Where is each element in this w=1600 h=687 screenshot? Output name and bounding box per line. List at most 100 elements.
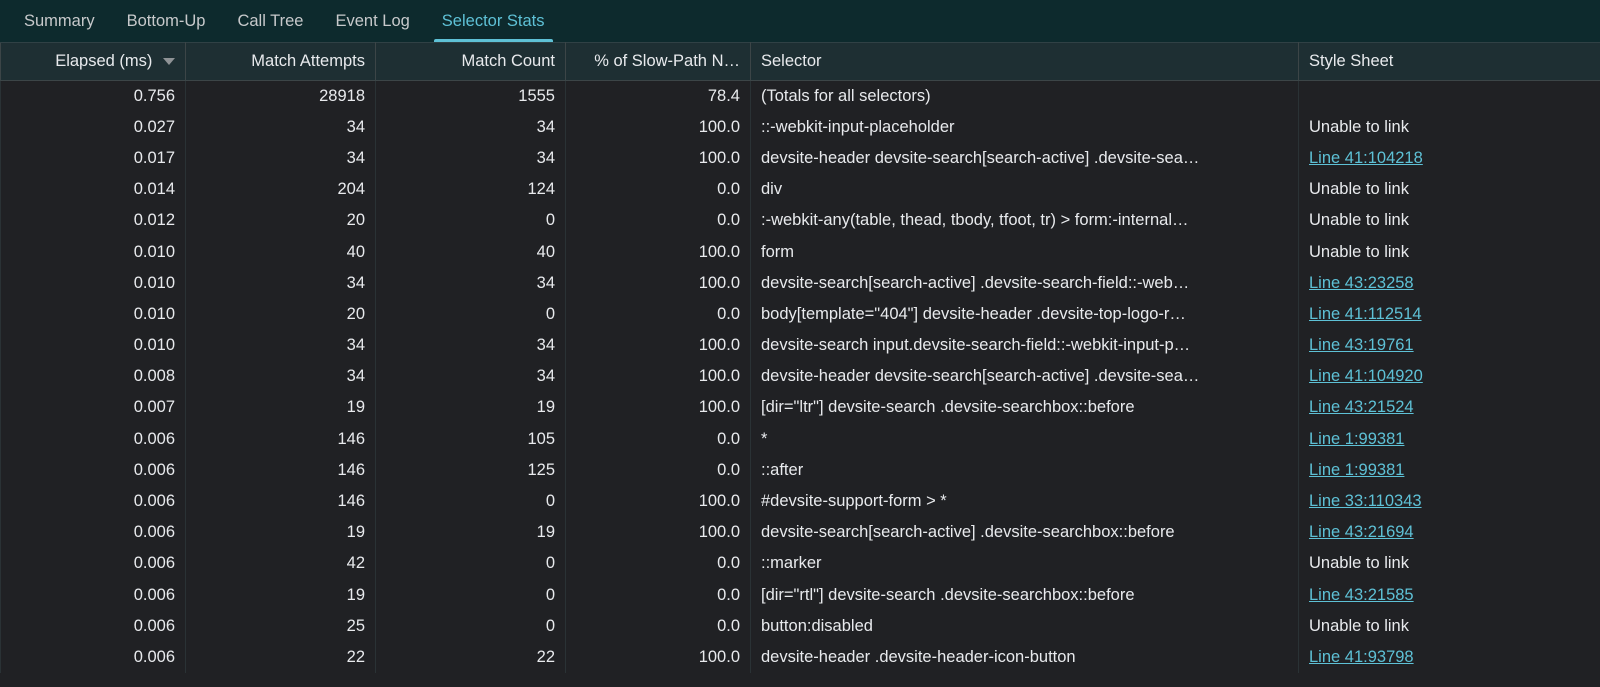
cell-count: 19	[376, 517, 566, 548]
table-row[interactable]: 0.0173434100.0devsite-header devsite-sea…	[1, 143, 1600, 174]
cell-count: 22	[376, 642, 566, 673]
cell-elapsed: 0.756	[1, 81, 186, 112]
tab-call-tree[interactable]: Call Tree	[221, 0, 319, 42]
style-sheet-link[interactable]: Line 43:21585	[1309, 586, 1414, 604]
style-sheet-link[interactable]: Line 43:19761	[1309, 336, 1414, 354]
cell-slow: 100.0	[566, 517, 751, 548]
cell-sheet[interactable]: Line 33:110343	[1299, 486, 1600, 517]
table-row[interactable]: 0.0102000.0body[template="404"] devsite-…	[1, 299, 1600, 330]
style-sheet-link[interactable]: Line 1:99381	[1309, 430, 1404, 448]
cell-count: 40	[376, 236, 566, 267]
table-row[interactable]: 0.0104040100.0formUnable to link	[1, 236, 1600, 267]
style-sheet-link[interactable]: Line 1:99381	[1309, 461, 1404, 479]
cell-elapsed: 0.027	[1, 112, 186, 143]
cell-elapsed: 0.006	[1, 424, 186, 455]
table-row[interactable]: 0.0071919100.0[dir="ltr"] devsite-search…	[1, 392, 1600, 423]
style-sheet-link[interactable]: Line 43:23258	[1309, 274, 1414, 292]
table-row[interactable]: 0.0273434100.0::-webkit-input-placeholde…	[1, 112, 1600, 143]
cell-elapsed: 0.006	[1, 548, 186, 579]
cell-selector: devsite-search[search-active] .devsite-s…	[751, 268, 1299, 299]
cell-selector: devsite-search input.devsite-search-fiel…	[751, 330, 1299, 361]
cell-slow: 0.0	[566, 548, 751, 579]
tab-bottom-up[interactable]: Bottom-Up	[111, 0, 222, 42]
style-sheet-link[interactable]: Line 43:21694	[1309, 523, 1414, 541]
cell-sheet[interactable]: Line 41:112514	[1299, 299, 1600, 330]
cell-selector: body[template="404"] devsite-header .dev…	[751, 299, 1299, 330]
style-sheet-link[interactable]: Line 41:104218	[1309, 149, 1423, 167]
cell-elapsed: 0.017	[1, 143, 186, 174]
table-row[interactable]: 0.0061461050.0*Line 1:99381	[1, 424, 1600, 455]
cell-slow: 100.0	[566, 392, 751, 423]
style-sheet-link[interactable]: Line 33:110343	[1309, 492, 1422, 510]
table-row[interactable]: 0.0142041240.0divUnable to link	[1, 174, 1600, 205]
col-header-count[interactable]: Match Count	[376, 43, 566, 81]
tab-event-log[interactable]: Event Log	[319, 0, 425, 42]
table-row[interactable]: 0.0062500.0button:disabledUnable to link	[1, 611, 1600, 642]
col-header-elapsed-label: Elapsed (ms)	[55, 52, 152, 70]
cell-sheet[interactable]: Line 43:21524	[1299, 392, 1600, 423]
style-sheet-link[interactable]: Line 43:21524	[1309, 398, 1414, 416]
cell-selector: ::-webkit-input-placeholder	[751, 112, 1299, 143]
cell-attempts: 34	[186, 112, 376, 143]
col-header-slow[interactable]: % of Slow-Path N…	[566, 43, 751, 81]
tab-summary[interactable]: Summary	[8, 0, 111, 42]
table-row[interactable]: 0.0122000.0:-webkit-any(table, thead, tb…	[1, 205, 1600, 236]
table-row[interactable]: 0.0103434100.0devsite-search input.devsi…	[1, 330, 1600, 361]
cell-elapsed: 0.006	[1, 611, 186, 642]
style-sheet-link[interactable]: Line 41:104920	[1309, 367, 1423, 385]
cell-elapsed: 0.012	[1, 205, 186, 236]
table-row[interactable]: 0.0064200.0::markerUnable to link	[1, 548, 1600, 579]
cell-attempts: 146	[186, 455, 376, 486]
cell-count: 125	[376, 455, 566, 486]
cell-sheet[interactable]: Line 1:99381	[1299, 424, 1600, 455]
col-header-elapsed[interactable]: Elapsed (ms)	[1, 43, 186, 81]
cell-selector: *	[751, 424, 1299, 455]
tab-selector-stats[interactable]: Selector Stats	[426, 0, 561, 42]
cell-selector: (Totals for all selectors)	[751, 81, 1299, 112]
cell-slow: 100.0	[566, 268, 751, 299]
style-sheet-link[interactable]: Line 41:112514	[1309, 305, 1422, 323]
table-row[interactable]: 0.0061900.0[dir="rtl"] devsite-search .d…	[1, 580, 1600, 611]
cell-slow: 0.0	[566, 205, 751, 236]
cell-sheet[interactable]: Line 1:99381	[1299, 455, 1600, 486]
col-header-sheet[interactable]: Style Sheet	[1299, 43, 1600, 81]
table-row[interactable]: 0.0103434100.0devsite-search[search-acti…	[1, 268, 1600, 299]
cell-attempts: 146	[186, 486, 376, 517]
cell-sheet: Unable to link	[1299, 112, 1600, 143]
cell-attempts: 204	[186, 174, 376, 205]
table-row[interactable]: 0.0062222100.0devsite-header .devsite-he…	[1, 642, 1600, 673]
cell-slow: 0.0	[566, 611, 751, 642]
table-row[interactable]: 0.75628918155578.4(Totals for all select…	[1, 81, 1600, 112]
table-row[interactable]: 0.0083434100.0devsite-header devsite-sea…	[1, 361, 1600, 392]
cell-slow: 100.0	[566, 486, 751, 517]
cell-sheet[interactable]: Line 43:21585	[1299, 580, 1600, 611]
cell-attempts: 25	[186, 611, 376, 642]
cell-count: 0	[376, 205, 566, 236]
cell-sheet[interactable]: Line 43:21694	[1299, 517, 1600, 548]
cell-count: 0	[376, 486, 566, 517]
cell-sheet[interactable]: Line 41:93798	[1299, 642, 1600, 673]
cell-count: 34	[376, 112, 566, 143]
table-row[interactable]: 0.0061460100.0#devsite-support-form > *L…	[1, 486, 1600, 517]
cell-sheet[interactable]: Line 43:23258	[1299, 268, 1600, 299]
col-header-attempts[interactable]: Match Attempts	[186, 43, 376, 81]
cell-attempts: 28918	[186, 81, 376, 112]
table-row[interactable]: 0.0061919100.0devsite-search[search-acti…	[1, 517, 1600, 548]
cell-attempts: 42	[186, 548, 376, 579]
cell-sheet[interactable]: Line 41:104218	[1299, 143, 1600, 174]
cell-sheet[interactable]: Line 43:19761	[1299, 330, 1600, 361]
cell-attempts: 19	[186, 580, 376, 611]
cell-slow: 78.4	[566, 81, 751, 112]
style-sheet-link[interactable]: Line 41:93798	[1309, 648, 1414, 666]
cell-sheet: Unable to link	[1299, 236, 1600, 267]
col-header-selector[interactable]: Selector	[751, 43, 1299, 81]
cell-slow: 0.0	[566, 174, 751, 205]
sort-descending-icon	[163, 58, 175, 65]
cell-count: 124	[376, 174, 566, 205]
cell-selector: devsite-header .devsite-header-icon-butt…	[751, 642, 1299, 673]
cell-elapsed: 0.006	[1, 486, 186, 517]
cell-elapsed: 0.006	[1, 642, 186, 673]
cell-sheet[interactable]: Line 41:104920	[1299, 361, 1600, 392]
cell-attempts: 20	[186, 299, 376, 330]
table-row[interactable]: 0.0061461250.0::afterLine 1:99381	[1, 455, 1600, 486]
